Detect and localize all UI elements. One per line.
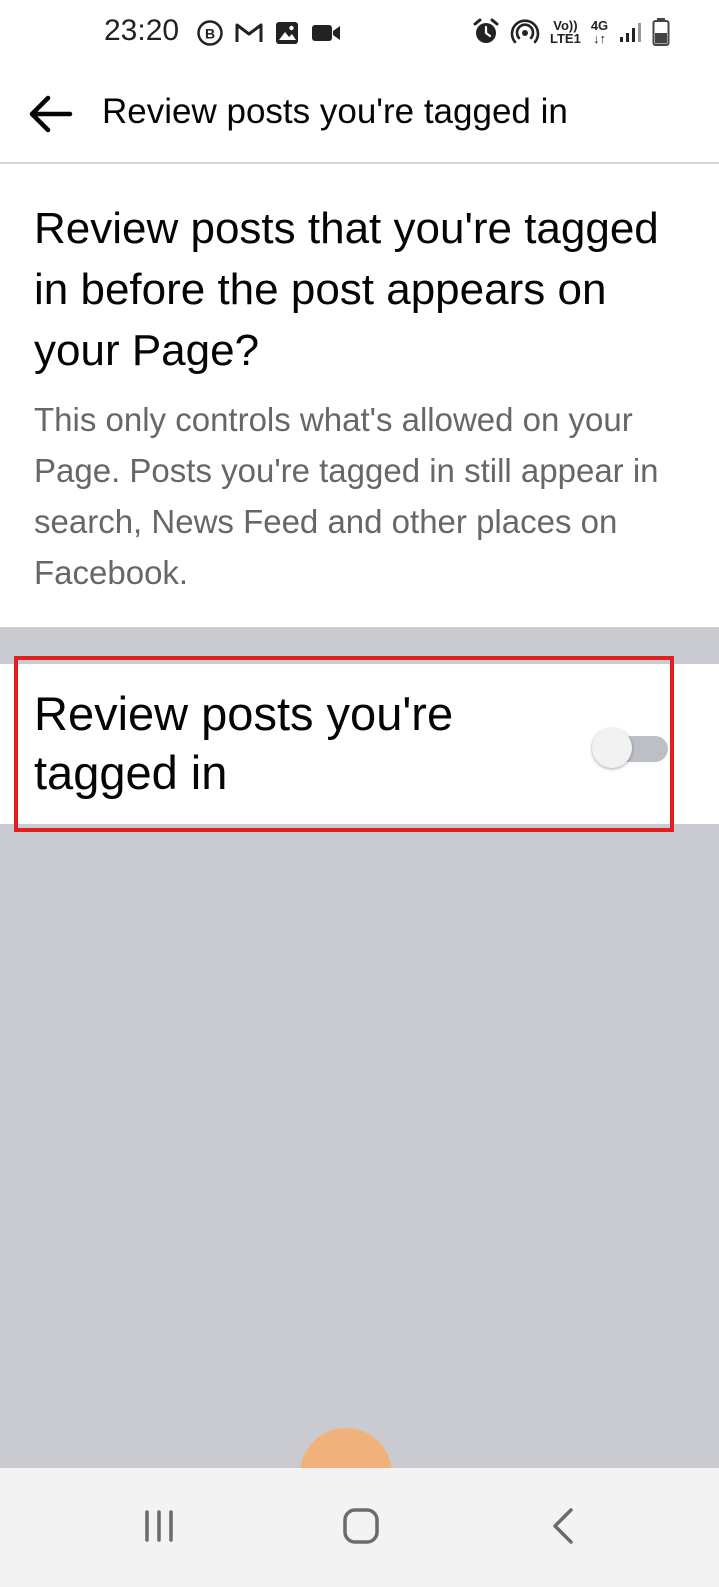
intro-heading: Review posts that you're tagged in befor…: [34, 204, 659, 375]
volte-bottom: LTE1: [550, 31, 581, 46]
status-system-icons: Vo)) LTE1 4G ↓↑: [472, 14, 670, 50]
review-tagged-posts-toggle[interactable]: [592, 726, 678, 770]
back-button[interactable]: [22, 86, 78, 142]
intro-section: Review posts that you're tagged in befor…: [0, 164, 719, 628]
intro-description: This only controls what's allowed on you…: [34, 401, 659, 591]
battery-icon: [652, 18, 670, 46]
b-circle-icon: B: [197, 20, 223, 46]
page-title: Review posts you're tagged in: [102, 92, 568, 131]
status-notification-icons: B: [196, 18, 342, 48]
gallery-icon: [276, 22, 298, 44]
system-nav-bar: [0, 1468, 719, 1587]
4g-icon: 4G ↓↑: [591, 19, 608, 45]
review-tagged-posts-label: Review posts you're tagged in: [34, 687, 454, 799]
toggle-thumb: [592, 728, 632, 768]
video-icon: [312, 25, 340, 41]
arrow-left-icon: [29, 95, 73, 133]
app-bar: Review posts you're tagged in: [0, 64, 719, 164]
data-arrows-icon: ↓↑: [593, 31, 606, 46]
volte-icon: Vo)) LTE1: [550, 19, 581, 45]
review-tagged-posts-row[interactable]: Review posts you're tagged in: [0, 664, 719, 824]
status-time: 23:20: [104, 14, 180, 47]
hotspot-icon: [510, 19, 540, 44]
signal-icon: [620, 23, 642, 42]
gmail-icon: [235, 23, 263, 42]
section-divider: [0, 628, 719, 664]
recent-apps-icon: [145, 1510, 173, 1542]
status-bar: 23:20 B Vo)) LTE1 4G ↓↑: [0, 0, 719, 64]
home-icon: [343, 1508, 379, 1544]
alarm-icon: [473, 18, 499, 43]
back-chevron-icon: [553, 1508, 573, 1544]
system-back-button[interactable]: [528, 1496, 598, 1556]
svg-text:B: B: [205, 26, 215, 42]
recent-apps-button[interactable]: [124, 1496, 194, 1556]
home-button[interactable]: [326, 1496, 396, 1556]
